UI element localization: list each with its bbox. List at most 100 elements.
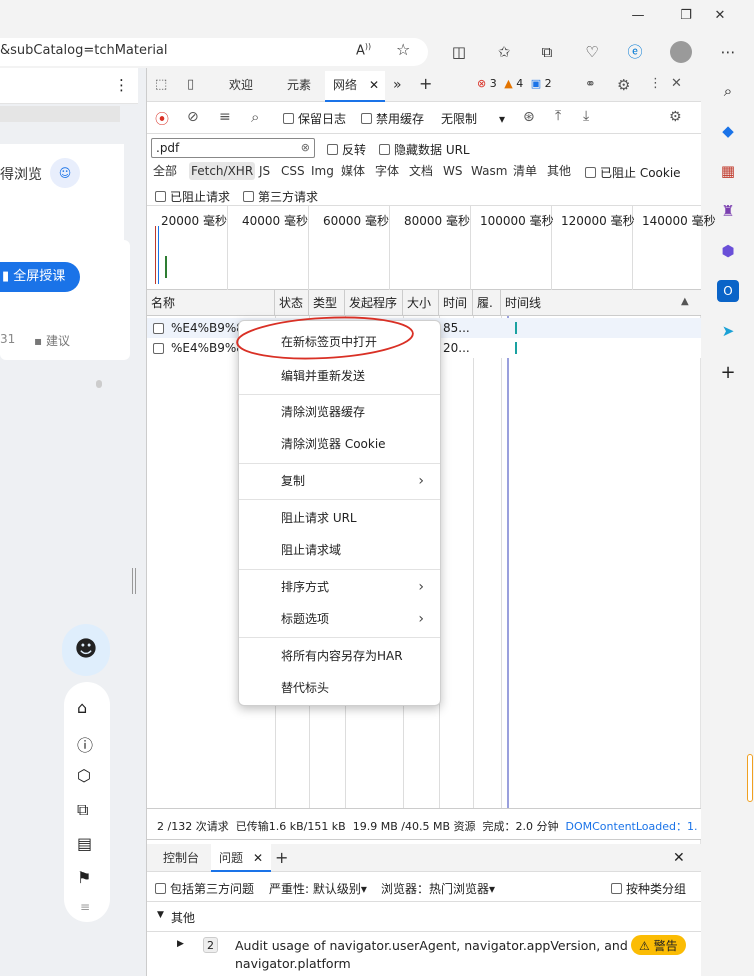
third-party-checkbox[interactable]: 第三方请求: [243, 188, 318, 205]
favorites-icon[interactable]: ✩: [492, 41, 516, 63]
add-tab-icon[interactable]: +: [419, 70, 432, 98]
menu-block-request-domain[interactable]: 阻止请求域: [239, 535, 440, 565]
resize-handle[interactable]: [132, 568, 136, 594]
cube-icon[interactable]: ⬡: [77, 766, 91, 785]
send-icon[interactable]: ➤: [717, 320, 739, 342]
menu-block-request-url[interactable]: 阻止请求 URL: [239, 503, 440, 533]
col-time[interactable]: 时间: [439, 290, 473, 316]
read-aloud-icon[interactable]: A)): [356, 42, 371, 58]
address-bar[interactable]: &subCatalog=tchMaterial A)) ☆: [0, 38, 428, 66]
overview-timeline[interactable]: 20000 毫秒 40000 毫秒 60000 毫秒 80000 毫秒 1000…: [147, 206, 716, 290]
avatar[interactable]: [670, 41, 692, 63]
sidebar-scrollbar[interactable]: [747, 754, 753, 802]
close-window-icon[interactable]: ✕: [710, 8, 730, 26]
network-settings-icon[interactable]: ⚙: [669, 109, 682, 125]
search-icon[interactable]: ⌕: [717, 80, 739, 102]
group-by-kind-checkbox[interactable]: 按种类分组: [611, 880, 686, 897]
export-har-icon[interactable]: ⤓: [583, 108, 589, 124]
minimize-icon[interactable]: —: [628, 8, 648, 26]
filter-all[interactable]: 全部: [151, 162, 179, 180]
close-drawer-icon[interactable]: ✕: [673, 850, 685, 866]
issue-section-header[interactable]: ▼ 其他: [147, 902, 701, 932]
close-issues-tab-icon[interactable]: ✕: [253, 851, 263, 865]
inspect-icon[interactable]: ⬚: [155, 77, 167, 92]
connect-icon[interactable]: ⚭: [585, 77, 596, 92]
col-waterfall[interactable]: 时间线: [501, 290, 701, 316]
browser-essentials-icon[interactable]: ♡: [580, 41, 604, 63]
filter-font[interactable]: 字体: [373, 162, 401, 180]
filter-fetch-xhr[interactable]: Fetch/XHR: [189, 162, 256, 180]
filter-doc[interactable]: 文档: [407, 162, 435, 180]
blocked-requests-checkbox[interactable]: 已阻止请求: [155, 188, 230, 205]
col-fulfilled[interactable]: 履.: [473, 290, 501, 316]
issue-counters[interactable]: ⊗ 3 ▲ 4 ▣ 2: [477, 77, 552, 90]
outlook-icon[interactable]: O: [717, 280, 739, 302]
favorite-star-icon[interactable]: ☆: [396, 40, 410, 59]
copy-icon[interactable]: ⧉: [77, 800, 88, 820]
home-icon[interactable]: ⌂: [77, 698, 87, 717]
tab-network[interactable]: 网络 ✕: [325, 71, 385, 102]
menu-copy[interactable]: 复制 ›: [239, 466, 440, 496]
feedback-icon[interactable]: ⚑: [77, 868, 91, 887]
filter-manifest[interactable]: 清单: [511, 162, 539, 180]
toolbox-icon[interactable]: ▦: [717, 160, 739, 182]
sort-up-icon[interactable]: ▲: [681, 296, 689, 307]
filter-ws[interactable]: WS: [441, 162, 464, 180]
filter-wasm[interactable]: Wasm: [469, 162, 509, 180]
menu-edit-and-resend[interactable]: 编辑并重新发送: [239, 361, 440, 391]
tab-issues[interactable]: 问题 ✕: [211, 844, 271, 872]
user-avatar-icon[interactable]: ☺: [50, 158, 80, 188]
preserve-log-checkbox[interactable]: 保留日志: [283, 110, 346, 127]
throttle-select[interactable]: 无限制 ▾: [441, 110, 505, 127]
menu-clear-cookies[interactable]: 清除浏览器 Cookie: [239, 429, 440, 459]
filter-media[interactable]: 媒体: [339, 162, 367, 180]
filter-css[interactable]: CSS: [279, 162, 307, 180]
document-icon[interactable]: ▤: [77, 834, 92, 853]
menu-sort-by[interactable]: 排序方式 ›: [239, 572, 440, 602]
filter-input[interactable]: .pdf ⊗: [151, 138, 315, 158]
split-screen-icon[interactable]: ◫: [447, 41, 471, 63]
add-drawer-tab-icon[interactable]: +: [275, 844, 288, 872]
clear-filter-icon[interactable]: ⊗: [301, 141, 310, 154]
filter-icon[interactable]: ≡: [219, 109, 231, 125]
severity-select[interactable]: 严重性: 默认级别▾: [269, 880, 367, 897]
close-tab-icon[interactable]: ✕: [369, 78, 379, 92]
network-conditions-icon[interactable]: ⊛: [523, 109, 535, 125]
menu-header-options[interactable]: 标题选项 ›: [239, 604, 440, 634]
device-toolbar-icon[interactable]: ▯: [187, 77, 194, 92]
chess-icon[interactable]: ♜: [717, 200, 739, 222]
filter-js[interactable]: JS: [257, 162, 272, 180]
suggest-link[interactable]: ▪ 建议: [34, 332, 70, 349]
tab-console[interactable]: 控制台: [163, 844, 199, 872]
page-menu-icon[interactable]: ⋮: [114, 76, 129, 94]
copilot-icon[interactable]: ⬢: [717, 240, 739, 262]
tab-welcome[interactable]: 欢迎: [229, 71, 253, 99]
devtools-menu-icon[interactable]: ⋮: [649, 76, 662, 91]
fullscreen-teach-button[interactable]: ▮ 全屏授课: [0, 262, 80, 292]
scroll-thumb[interactable]: [96, 380, 102, 388]
filter-img[interactable]: Img: [309, 162, 336, 180]
more-menu-icon[interactable]: ⋯: [716, 41, 740, 63]
tab-elements[interactable]: 元素: [287, 71, 311, 99]
help-icon[interactable]: ⓘ: [77, 732, 93, 756]
import-har-icon[interactable]: ⤒: [555, 108, 561, 124]
menu-clear-cache[interactable]: 清除浏览器缓存: [239, 397, 440, 427]
issue-row[interactable]: ▶ 2 Audit usage of navigator.userAgent, …: [147, 932, 701, 976]
collections-icon[interactable]: ⧉: [535, 41, 559, 63]
more-tabs-icon[interactable]: »: [393, 71, 402, 99]
add-sidebar-icon[interactable]: +: [717, 362, 739, 384]
blocked-cookies-checkbox[interactable]: 已阻止 Cookie: [585, 164, 681, 181]
clear-icon[interactable]: ⊘: [187, 109, 199, 125]
search-network-icon[interactable]: ⌕: [251, 108, 259, 126]
restore-icon[interactable]: ❐: [676, 8, 696, 26]
tag-icon[interactable]: ◆: [717, 120, 739, 142]
filter-other[interactable]: 其他: [545, 162, 573, 180]
disable-cache-checkbox[interactable]: 禁用缓存: [361, 110, 424, 127]
edge-icon[interactable]: ⓔ: [623, 41, 647, 63]
record-icon[interactable]: ⦿: [155, 109, 169, 129]
menu-save-all-as-har[interactable]: 将所有内容另存为HAR: [239, 641, 440, 671]
collapse-icon[interactable]: ≡: [80, 900, 90, 914]
assistant-mascot-icon[interactable]: ☻: [62, 624, 110, 676]
menu-override-headers[interactable]: 替代标头: [239, 673, 440, 703]
browser-select[interactable]: 浏览器：热门浏览器▾: [381, 880, 495, 897]
